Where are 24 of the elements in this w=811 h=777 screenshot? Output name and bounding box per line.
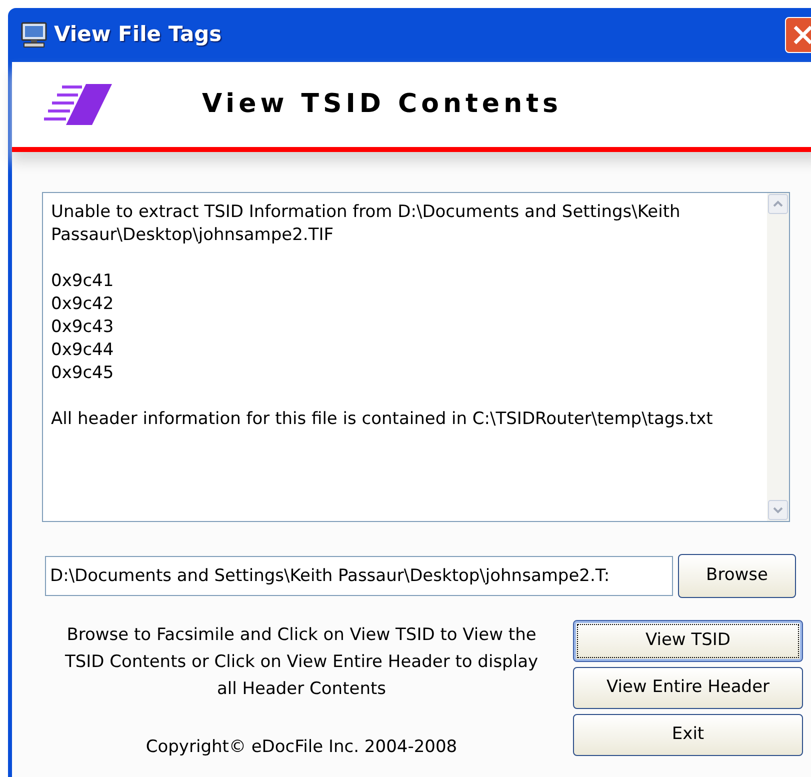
action-button[interactable]: Exit <box>573 714 803 756</box>
output-line: 0x9c41 <box>51 270 115 293</box>
computer-icon <box>20 22 48 48</box>
output-line: All header information for this file is contained in C:\TSIDRouter\temp\tags.txt <box>51 408 714 431</box>
close-icon <box>792 24 811 46</box>
output-text-area[interactable] <box>42 192 790 522</box>
output-line: 0x9c45 <box>51 362 115 385</box>
instructions-text: Browse to Facsimile and Click on View TSID to View the TSID Contents or Click on View Entire Header to display all Header Contents <box>64 624 540 701</box>
action-button[interactable]: View Entire Header <box>573 667 803 709</box>
file-path-field[interactable]: D:\Documents and Settings\Keith Passaur\Desktop\johnsampe2.T: <box>45 556 673 596</box>
window-title: View File Tags <box>54 21 222 48</box>
logo-icon <box>42 82 112 127</box>
output-line: 0x9c44 <box>51 339 115 362</box>
browse-button[interactable]: Browse <box>678 554 796 598</box>
copyright-text: Copyright© eDocFile Inc. 2004-2008 <box>146 736 458 759</box>
scroll-down-icon <box>768 500 788 520</box>
banner-title: View TSID Contents <box>202 88 562 121</box>
output-line: 0x9c43 <box>51 316 115 339</box>
scroll-up-icon <box>768 194 788 214</box>
output-line: 0x9c42 <box>51 293 115 316</box>
action-button[interactable]: View TSID <box>573 620 803 662</box>
output-line: Unable to extract TSID Information from D:\Documents and Settings\Keith Passaur\Desktop\johnsampe2.TIF <box>51 201 682 247</box>
close-button[interactable] <box>785 17 811 53</box>
scrollbar[interactable] <box>767 193 789 521</box>
